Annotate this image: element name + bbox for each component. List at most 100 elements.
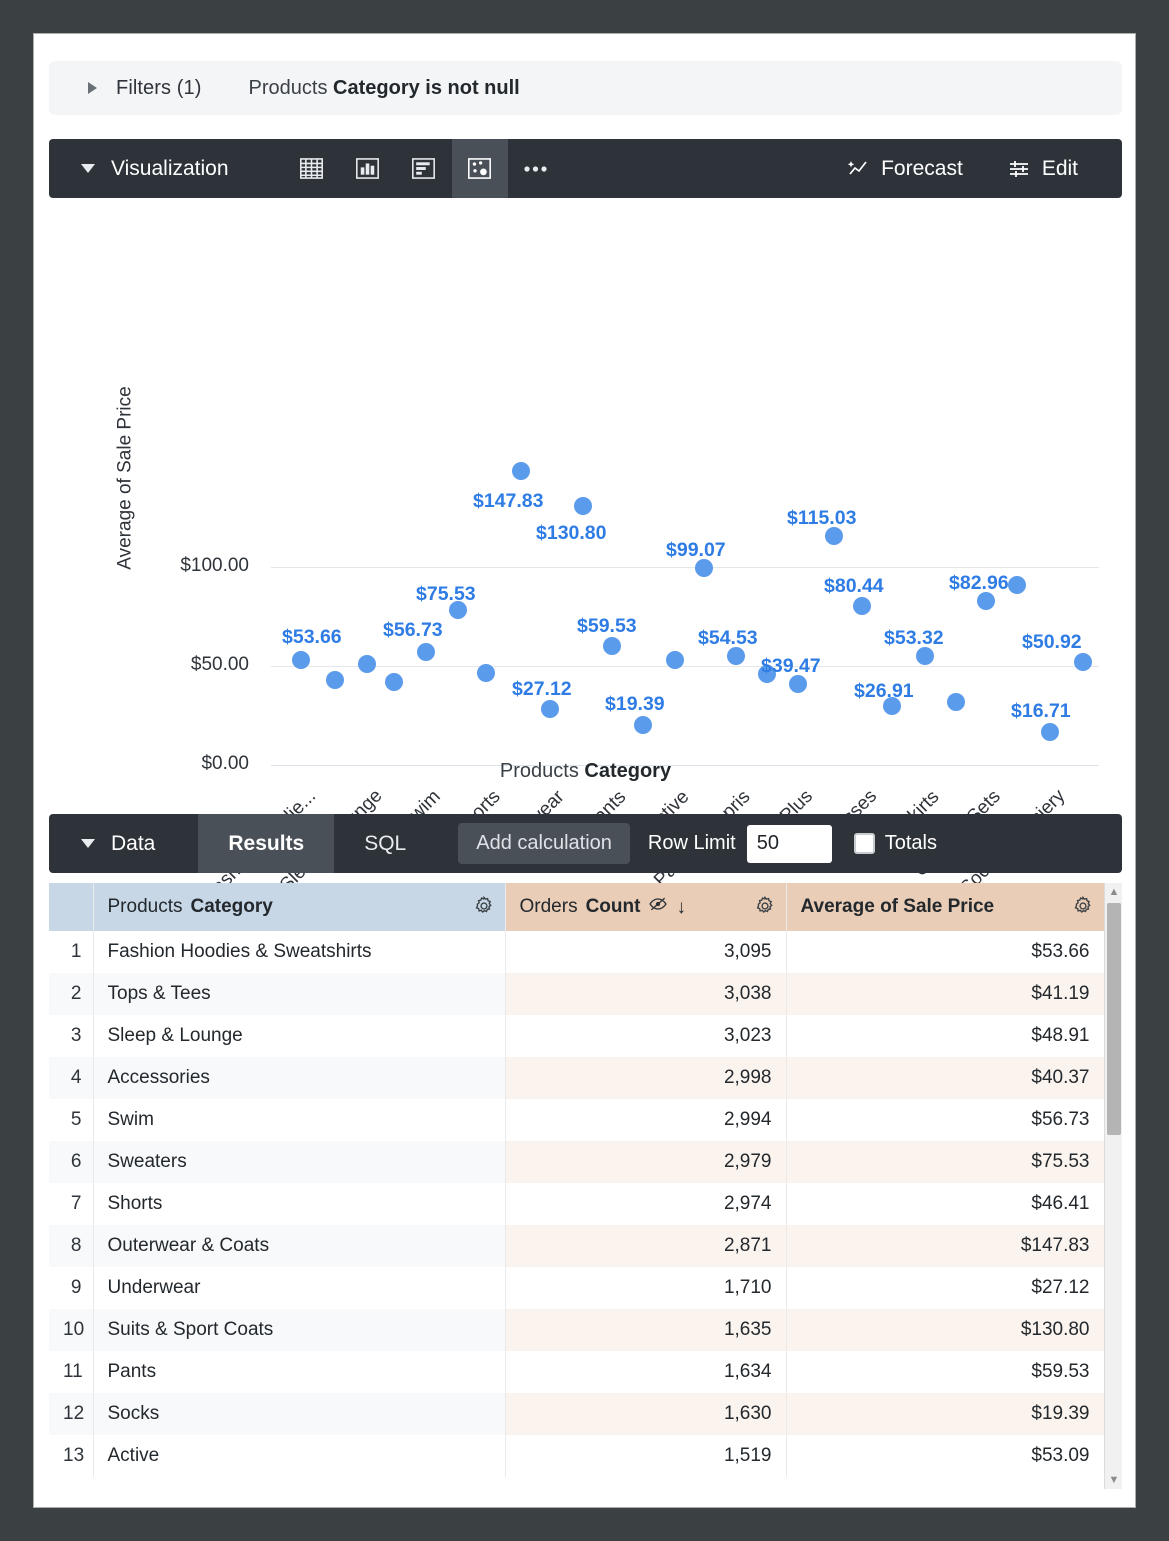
table-header-row: Products Category Orders Count bbox=[49, 883, 1104, 931]
data-point[interactable] bbox=[634, 716, 652, 734]
table-row[interactable]: 12Socks1,630$19.39 bbox=[49, 1393, 1104, 1435]
eye-hidden-icon[interactable] bbox=[648, 894, 668, 920]
data-point[interactable] bbox=[385, 673, 403, 691]
cell-avg-sale-price: $53.66 bbox=[786, 931, 1104, 973]
cell-avg-sale-price: $41.19 bbox=[786, 973, 1104, 1015]
row-number: 11 bbox=[49, 1351, 93, 1393]
data-point-label: $39.47 bbox=[761, 655, 821, 678]
column-header-avg-bold: Average of Sale Price bbox=[801, 896, 995, 918]
cell-category: Swim bbox=[93, 1099, 505, 1141]
visualization-toolbar: Visualization bbox=[49, 139, 1122, 198]
data-point[interactable] bbox=[853, 597, 871, 615]
tab-results[interactable]: Results bbox=[198, 814, 334, 873]
data-point[interactable] bbox=[666, 651, 684, 669]
cell-orders-count: 3,038 bbox=[505, 973, 786, 1015]
table-row[interactable]: 10Suits & Sport Coats1,635$130.80 bbox=[49, 1309, 1104, 1351]
cell-avg-sale-price: $27.12 bbox=[786, 1267, 1104, 1309]
table-row[interactable]: 9Underwear1,710$27.12 bbox=[49, 1267, 1104, 1309]
row-number: 8 bbox=[49, 1225, 93, 1267]
data-point[interactable] bbox=[789, 675, 807, 693]
data-point[interactable] bbox=[603, 637, 621, 655]
y-axis-tick-label: $100.00 bbox=[109, 555, 249, 577]
triangle-down-icon[interactable] bbox=[81, 839, 95, 848]
gear-icon[interactable] bbox=[473, 895, 495, 923]
data-point[interactable] bbox=[574, 497, 592, 515]
table-row[interactable]: 2Tops & Tees3,038$41.19 bbox=[49, 973, 1104, 1015]
table-row[interactable]: 4Accessories2,998$40.37 bbox=[49, 1057, 1104, 1099]
table-row[interactable]: 6Sweaters2,979$75.53 bbox=[49, 1141, 1104, 1183]
tab-sql[interactable]: SQL bbox=[334, 814, 436, 873]
horizontal-bar-chart-icon[interactable] bbox=[396, 139, 452, 198]
data-point-label: $54.53 bbox=[698, 627, 758, 650]
cell-orders-count: 2,994 bbox=[505, 1099, 786, 1141]
add-calculation-button[interactable]: Add calculation bbox=[458, 823, 630, 864]
data-point[interactable] bbox=[358, 655, 376, 673]
bar-chart-icon[interactable] bbox=[340, 139, 396, 198]
row-limit-label: Row Limit bbox=[648, 832, 736, 855]
cell-avg-sale-price: $19.39 bbox=[786, 1393, 1104, 1435]
column-header-category[interactable]: Products Category bbox=[93, 883, 505, 931]
table-row[interactable]: 1Fashion Hoodies & Sweatshirts3,095$53.6… bbox=[49, 931, 1104, 973]
data-point-label: $16.71 bbox=[1011, 700, 1071, 723]
triangle-down-icon[interactable] bbox=[81, 164, 95, 173]
data-point-label: $26.91 bbox=[854, 680, 914, 703]
data-point[interactable] bbox=[512, 462, 530, 480]
cell-category: Underwear bbox=[93, 1267, 505, 1309]
cell-avg-sale-price: $46.41 bbox=[786, 1183, 1104, 1225]
data-point[interactable] bbox=[1008, 576, 1026, 594]
triangle-right-icon[interactable] bbox=[88, 82, 97, 94]
table-row[interactable]: 13Active1,519$53.09 bbox=[49, 1435, 1104, 1477]
table-body: 1Fashion Hoodies & Sweatshirts3,095$53.6… bbox=[49, 931, 1104, 1477]
data-toolbar: Data Results SQL Add calculation Row Lim… bbox=[49, 814, 1122, 873]
scrollbar-thumb[interactable] bbox=[1107, 903, 1121, 1135]
results-table[interactable]: Products Category Orders Count bbox=[49, 883, 1122, 1489]
cell-orders-count: 2,974 bbox=[505, 1183, 786, 1225]
row-number: 13 bbox=[49, 1435, 93, 1477]
gear-icon[interactable] bbox=[754, 895, 776, 923]
row-limit-input[interactable]: 50 bbox=[747, 825, 832, 863]
table-row[interactable]: 8Outerwear & Coats2,871$147.83 bbox=[49, 1225, 1104, 1267]
column-header-orders-bold: Count bbox=[586, 896, 641, 918]
filters-label: Filters (1) bbox=[116, 77, 202, 100]
cell-avg-sale-price: $48.91 bbox=[786, 1015, 1104, 1057]
cell-avg-sale-price: $59.53 bbox=[786, 1351, 1104, 1393]
table-icon[interactable] bbox=[284, 139, 340, 198]
chevron-down-icon[interactable]: ▼ bbox=[1105, 1471, 1122, 1489]
data-point-label: $130.80 bbox=[536, 522, 607, 545]
filters-bar[interactable]: Filters (1) Products Category is not nul… bbox=[49, 61, 1122, 115]
data-point[interactable] bbox=[417, 643, 435, 661]
more-options-icon[interactable] bbox=[508, 139, 564, 198]
data-point[interactable] bbox=[292, 651, 310, 669]
column-header-category-prefix: Products bbox=[108, 896, 183, 918]
gear-icon[interactable] bbox=[1072, 895, 1094, 923]
column-header-orders-count[interactable]: Orders Count ↓ bbox=[505, 883, 786, 931]
column-header-avg-sale-price[interactable]: Average of Sale Price bbox=[786, 883, 1104, 931]
forecast-button[interactable]: Forecast bbox=[846, 157, 963, 181]
data-point[interactable] bbox=[1074, 653, 1092, 671]
x-axis-title-field: Category bbox=[584, 760, 671, 782]
sort-descending-icon[interactable]: ↓ bbox=[676, 898, 686, 917]
scatter-plot-icon[interactable] bbox=[452, 139, 508, 198]
visualization-actions: Forecast Edit bbox=[846, 157, 1122, 181]
data-point[interactable] bbox=[541, 700, 559, 718]
edit-button[interactable]: Edit bbox=[1007, 157, 1078, 181]
chevron-up-icon[interactable]: ▲ bbox=[1105, 883, 1122, 901]
table-row[interactable]: 11Pants1,634$59.53 bbox=[49, 1351, 1104, 1393]
table-row[interactable]: 5Swim2,994$56.73 bbox=[49, 1099, 1104, 1141]
totals-toggle[interactable]: Totals bbox=[854, 832, 937, 855]
data-point[interactable] bbox=[947, 693, 965, 711]
data-point-label: $50.92 bbox=[1022, 631, 1082, 654]
totals-checkbox[interactable] bbox=[854, 833, 875, 854]
forecast-sparkle-icon bbox=[846, 157, 870, 181]
data-point[interactable] bbox=[477, 664, 495, 682]
row-number: 3 bbox=[49, 1015, 93, 1057]
scatter-chart: Average of Sale Price $0.00$50.00$100.00… bbox=[49, 212, 1122, 832]
table-row[interactable]: 3Sleep & Lounge3,023$48.91 bbox=[49, 1015, 1104, 1057]
filter-expression-rest: is not null bbox=[425, 77, 519, 99]
data-point-label: $56.73 bbox=[383, 619, 443, 642]
table-row[interactable]: 7Shorts2,974$46.41 bbox=[49, 1183, 1104, 1225]
row-number-header bbox=[49, 883, 93, 931]
data-point[interactable] bbox=[1041, 723, 1059, 741]
data-point[interactable] bbox=[326, 671, 344, 689]
table-scrollbar[interactable]: ▲ ▼ bbox=[1104, 883, 1122, 1489]
